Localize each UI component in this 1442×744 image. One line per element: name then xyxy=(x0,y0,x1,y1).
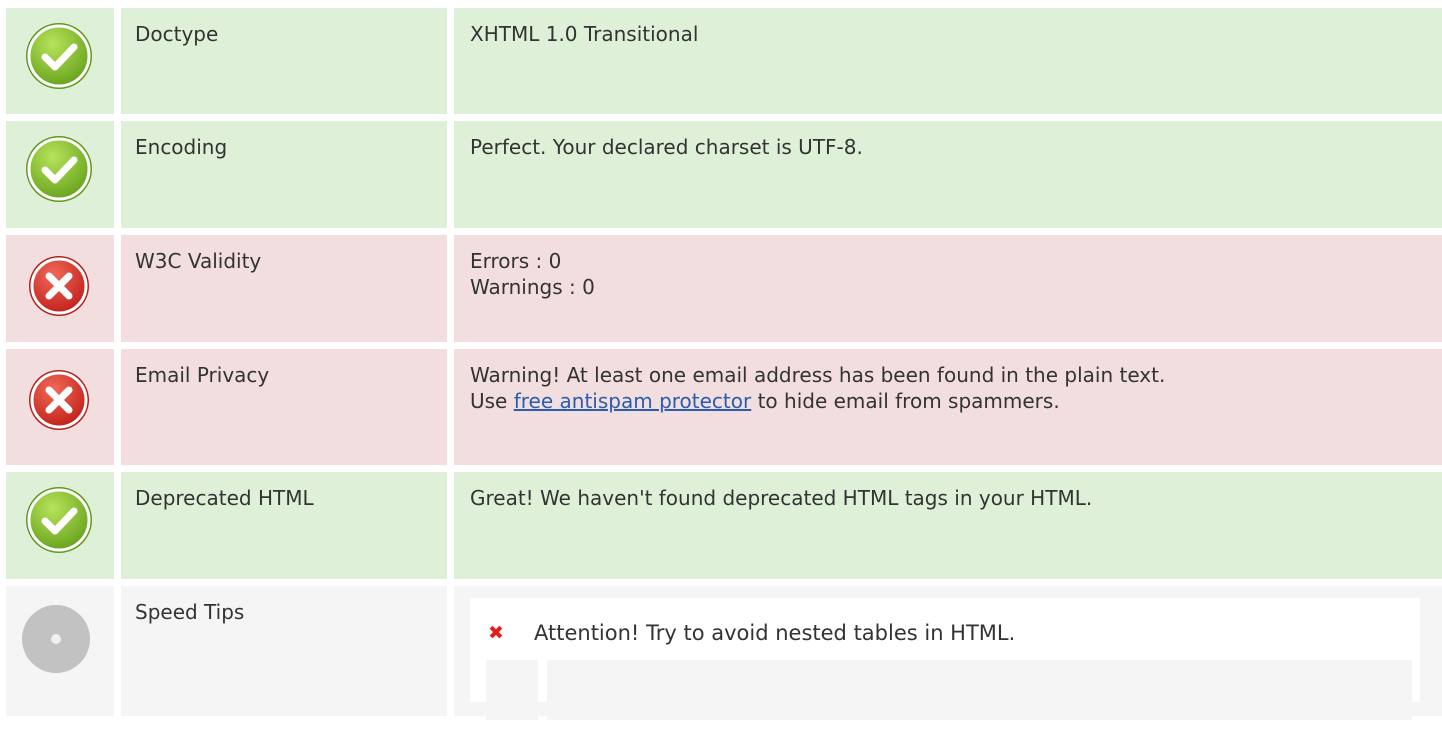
result-label: W3C Validity xyxy=(121,235,447,342)
status-cell xyxy=(6,235,114,342)
result-value-line: Errors : 0 xyxy=(470,249,562,273)
result-label: Speed Tips xyxy=(121,586,447,716)
status-cell xyxy=(6,121,114,228)
seo-results-table: Doctype XHTML 1.0 Transitional Encoding … xyxy=(6,8,1442,723)
result-label: Deprecated HTML xyxy=(121,472,447,579)
result-value: ✖ Attention! Try to avoid nested tables … xyxy=(454,586,1442,720)
result-row-speed-tips: Speed Tips ✖ Attention! Try to avoid nes… xyxy=(6,586,1442,720)
x-mark-icon: ✖ xyxy=(488,622,504,644)
result-value: Errors : 0 Warnings : 0 xyxy=(454,235,1442,342)
speed-tip-item: ✖ Attention! Try to avoid nested tables … xyxy=(470,598,1420,652)
result-value-line: Use free antispam protector to hide emai… xyxy=(470,388,1442,414)
status-cell xyxy=(6,586,114,716)
result-label: Email Privacy xyxy=(121,349,447,465)
result-value-line: Warnings : 0 xyxy=(470,275,595,299)
result-row-deprecated-html: Deprecated HTML Great! We haven't found … xyxy=(6,472,1442,579)
antispam-protector-link[interactable]: free antispam protector xyxy=(514,389,752,413)
speed-tip-text: Attention! Try to avoid nested tables in… xyxy=(534,621,1016,645)
result-row-w3c-validity: W3C Validity Errors : 0 Warnings : 0 xyxy=(6,235,1442,342)
result-value: Great! We haven't found deprecated HTML … xyxy=(454,472,1442,579)
x-circle-icon xyxy=(29,370,89,430)
value-text: Use xyxy=(470,389,514,413)
status-cell xyxy=(6,349,114,465)
neutral-circle-icon xyxy=(22,605,90,673)
x-circle-icon xyxy=(29,256,89,316)
status-cell xyxy=(6,8,114,114)
check-circle-icon xyxy=(26,136,92,202)
result-value-line: Perfect. Your declared charset is UTF-8. xyxy=(470,135,863,159)
speed-tips-box: ✖ Attention! Try to avoid nested tables … xyxy=(470,598,1420,720)
status-cell xyxy=(6,472,114,579)
result-row-email-privacy: Email Privacy Warning! At least one emai… xyxy=(6,349,1442,465)
result-value: Warning! At least one email address has … xyxy=(454,349,1442,465)
check-circle-icon xyxy=(26,487,92,553)
subrow-text-cell xyxy=(547,660,1412,720)
result-value: XHTML 1.0 Transitional xyxy=(454,8,1442,114)
result-value: Perfect. Your declared charset is UTF-8. xyxy=(454,121,1442,228)
result-value-line: Warning! At least one email address has … xyxy=(470,363,1166,387)
result-row-encoding: Encoding Perfect. Your declared charset … xyxy=(6,121,1442,228)
result-label: Encoding xyxy=(121,121,447,228)
speed-tip-subrow xyxy=(486,660,1412,720)
check-circle-icon xyxy=(26,23,92,89)
result-value-line: XHTML 1.0 Transitional xyxy=(470,22,699,46)
result-row-doctype: Doctype XHTML 1.0 Transitional xyxy=(6,8,1442,114)
subrow-icon-cell xyxy=(486,660,538,720)
result-value-line: Great! We haven't found deprecated HTML … xyxy=(470,486,1093,510)
result-label: Doctype xyxy=(121,8,447,114)
value-text: to hide email from spammers. xyxy=(751,389,1060,413)
